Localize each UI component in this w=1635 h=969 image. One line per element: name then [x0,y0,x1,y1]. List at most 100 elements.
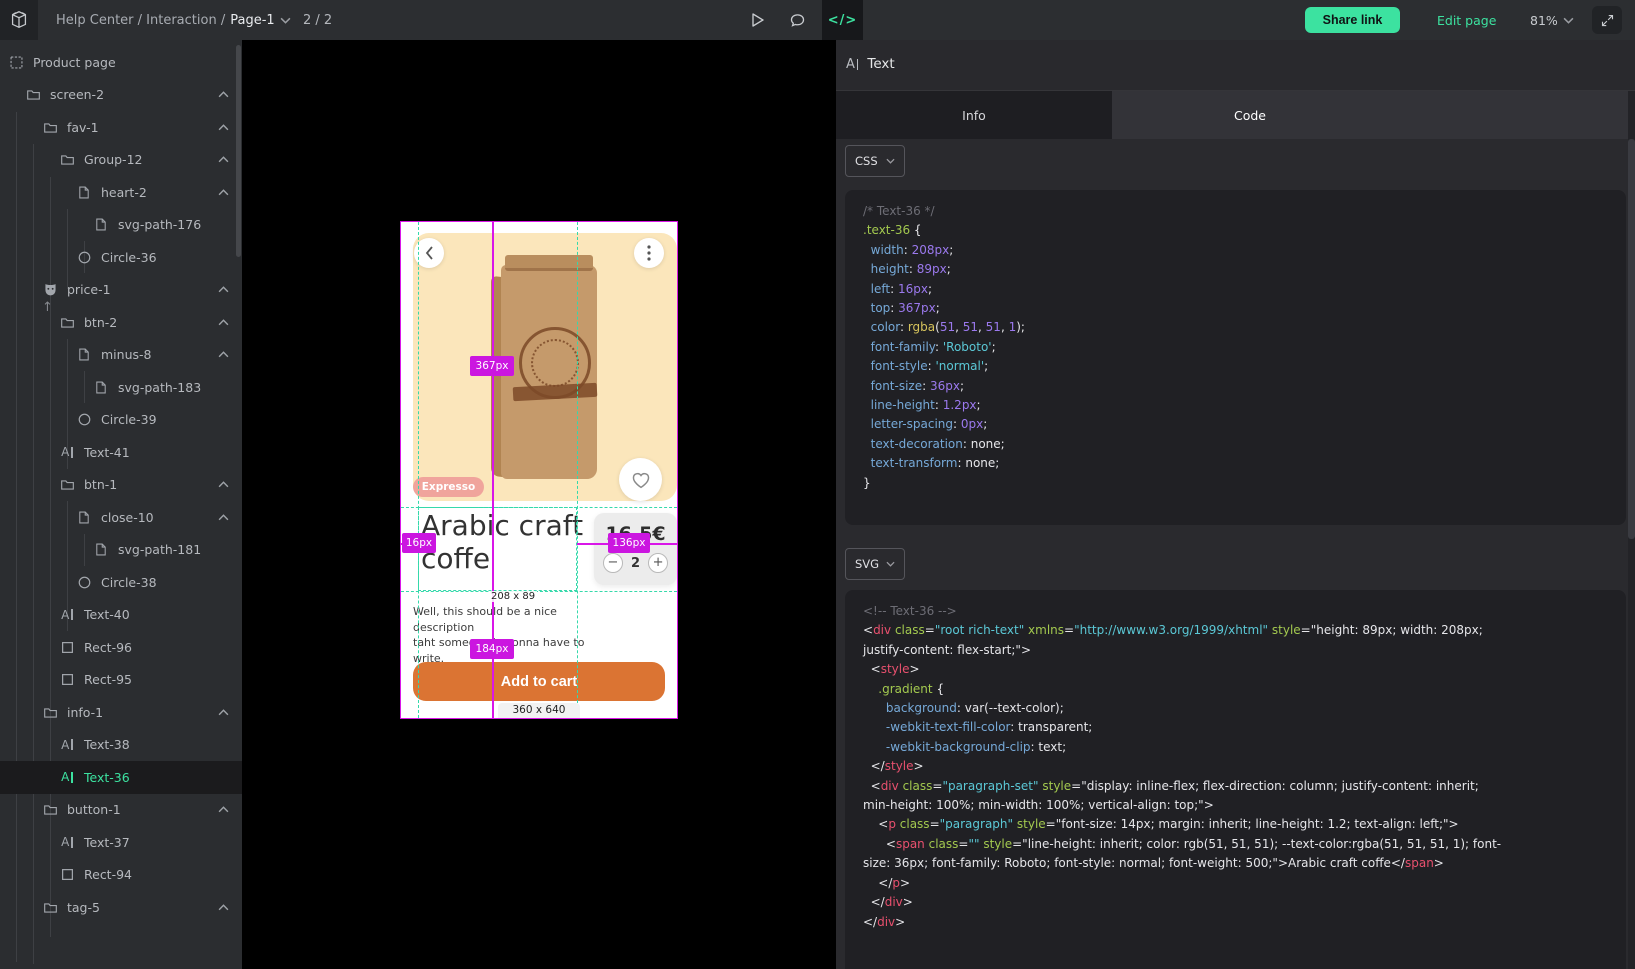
tree-row-group-12[interactable]: Group-12 [0,144,242,177]
tree-row-button-1[interactable]: button-1 [0,794,242,827]
favorite-button[interactable] [619,458,662,501]
tree-row-price-1[interactable]: price-1 [0,274,242,307]
css-code-block[interactable]: /* Text-36 */.text-36 { width: 208px; he… [845,190,1626,525]
code-line: justify-content: flex-start;"> [863,641,1626,660]
text-icon: A [59,444,75,460]
play-button[interactable] [737,0,777,40]
layer-label: Rect-94 [84,867,132,882]
chevron-down-icon [1563,17,1574,24]
chevron-up-icon[interactable] [218,124,229,131]
tab-info[interactable]: Info [836,91,1112,139]
code-line: .gradient { [863,680,1626,699]
chevron-up-icon[interactable] [218,91,229,98]
tree-row-product-page[interactable]: Product page [0,46,242,79]
layer-label: info-1 [67,705,103,720]
measure-label-left: 16px [402,533,436,553]
share-link-button[interactable]: Share link [1305,7,1400,33]
tree-row-svg-path-176[interactable]: svg-path-176 [0,209,242,242]
zoom-level-value: 81% [1530,13,1558,28]
code-line: background: var(--text-color); [863,699,1626,718]
layer-label: svg-path-176 [118,217,201,232]
tree-row-btn-1[interactable]: btn-1 [0,469,242,502]
tree-row-text-38[interactable]: AText-38 [0,729,242,762]
tree-row-circle-36[interactable]: Circle-36 [0,241,242,274]
tree-row-circle-38[interactable]: Circle-38 [0,566,242,599]
more-menu-button[interactable] [634,238,664,268]
chevron-up-icon[interactable] [218,806,229,813]
text-layer-icon: A [846,57,858,72]
comment-bubble-icon [789,12,806,29]
chevron-up-icon[interactable] [218,286,229,293]
tree-row-svg-path-181[interactable]: svg-path-181 [0,534,242,567]
zoom-level-dropdown[interactable]: 81% [1530,0,1574,40]
measure-label-top: 367px [470,356,514,376]
layer-label: heart-2 [101,185,147,200]
tree-row-tag-5[interactable]: tag-5 [0,891,242,924]
tree-row-close-10[interactable]: close-10 [0,501,242,534]
layer-label: minus-8 [101,347,151,362]
svg-language-dropdown[interactable]: SVG [845,548,905,580]
tree-row-info-1[interactable]: info-1 [0,696,242,729]
tree-row-btn-2[interactable]: btn-2 [0,306,242,339]
chevron-up-icon[interactable] [218,156,229,163]
chevron-down-icon [280,17,291,24]
css-language-dropdown[interactable]: CSS [845,145,905,177]
tree-row-heart-2[interactable]: heart-2 [0,176,242,209]
screen-frame[interactable]: Expresso Arabic craft coffe 16.5€ − 2 + … [401,222,677,718]
code-line: font-family: 'Roboto'; [863,338,1626,357]
inspector-panel: A Text Info Code CSS /* Text-36 */.text-… [836,40,1635,969]
tab-code[interactable]: Code [1112,91,1388,139]
svgfile-icon [93,217,109,233]
tree-row-screen-2[interactable]: screen-2 [0,79,242,112]
design-canvas[interactable]: Expresso Arabic craft coffe 16.5€ − 2 + … [242,40,836,969]
tree-row-svg-path-183[interactable]: svg-path-183 [0,371,242,404]
tree-row-text-41[interactable]: A Text-41 [0,436,242,469]
chevron-up-icon[interactable] [218,189,229,196]
chevron-up-icon[interactable] [218,904,229,911]
edit-page-link[interactable]: Edit page [1437,0,1496,40]
code-line: </div> [863,913,1626,932]
code-line: size: 36px; font-family: Roboto; font-st… [863,854,1626,873]
quantity-minus-button[interactable]: − [603,553,623,573]
tree-row-rect-95[interactable]: Rect-95 [0,664,242,697]
layer-label: Text-36 [84,770,130,785]
tree-row-text-40[interactable]: AText-40 [0,599,242,632]
code-mode-button[interactable]: </> [822,0,863,40]
product-tag[interactable]: Expresso [413,477,484,497]
chevron-down-icon [886,561,895,567]
chevron-up-icon[interactable] [218,481,229,488]
layer-label: Text-41 [84,445,130,460]
chevron-up-icon[interactable] [218,514,229,521]
breadcrumb[interactable]: Help Center / Interaction / Page-1 [56,0,291,40]
quantity-plus-button[interactable]: + [648,553,668,573]
breadcrumb-page-name[interactable]: Page-1 [230,13,274,28]
layer-label: Rect-95 [84,672,132,687]
code-line: top: 367px; [863,299,1626,318]
code-line: /* Text-36 */ [863,202,1626,221]
tree-row-rect-94[interactable]: Rect-94 [0,859,242,892]
tree-row-fav-1[interactable]: fav-1 [0,111,242,144]
rect-icon [59,867,75,883]
chevron-up-icon[interactable] [218,319,229,326]
folder-icon [59,152,75,168]
chevron-up-icon[interactable] [218,351,229,358]
inspector-scrollbar-thumb[interactable] [1628,139,1635,539]
circle-icon [76,249,92,265]
tree-row-minus-8[interactable]: minus-8 [0,339,242,372]
svgfile-icon [76,347,92,363]
svg-code-block[interactable]: <!-- Text-36 --><div class="root rich-te… [845,590,1626,969]
tree-row-text-37[interactable]: AText-37 [0,826,242,859]
tree-row-circle-39[interactable]: Circle-39 [0,404,242,437]
app-logo[interactable] [0,0,38,40]
tree-row-rect-96[interactable]: Rect-96 [0,631,242,664]
chevron-up-icon[interactable] [218,709,229,716]
add-to-cart-button[interactable]: Add to cart [413,662,665,701]
tree-row-text-36[interactable]: AText-36 [0,761,242,794]
sidebar-scrollbar[interactable] [236,45,241,257]
frame-size-label: 360 x 640 [498,703,580,718]
layer-label: Circle-39 [101,412,157,427]
comment-button[interactable] [777,0,817,40]
svgfile-icon [76,509,92,525]
inspector-scrollbar-track[interactable] [1628,91,1635,969]
fullscreen-button[interactable] [1592,6,1622,34]
